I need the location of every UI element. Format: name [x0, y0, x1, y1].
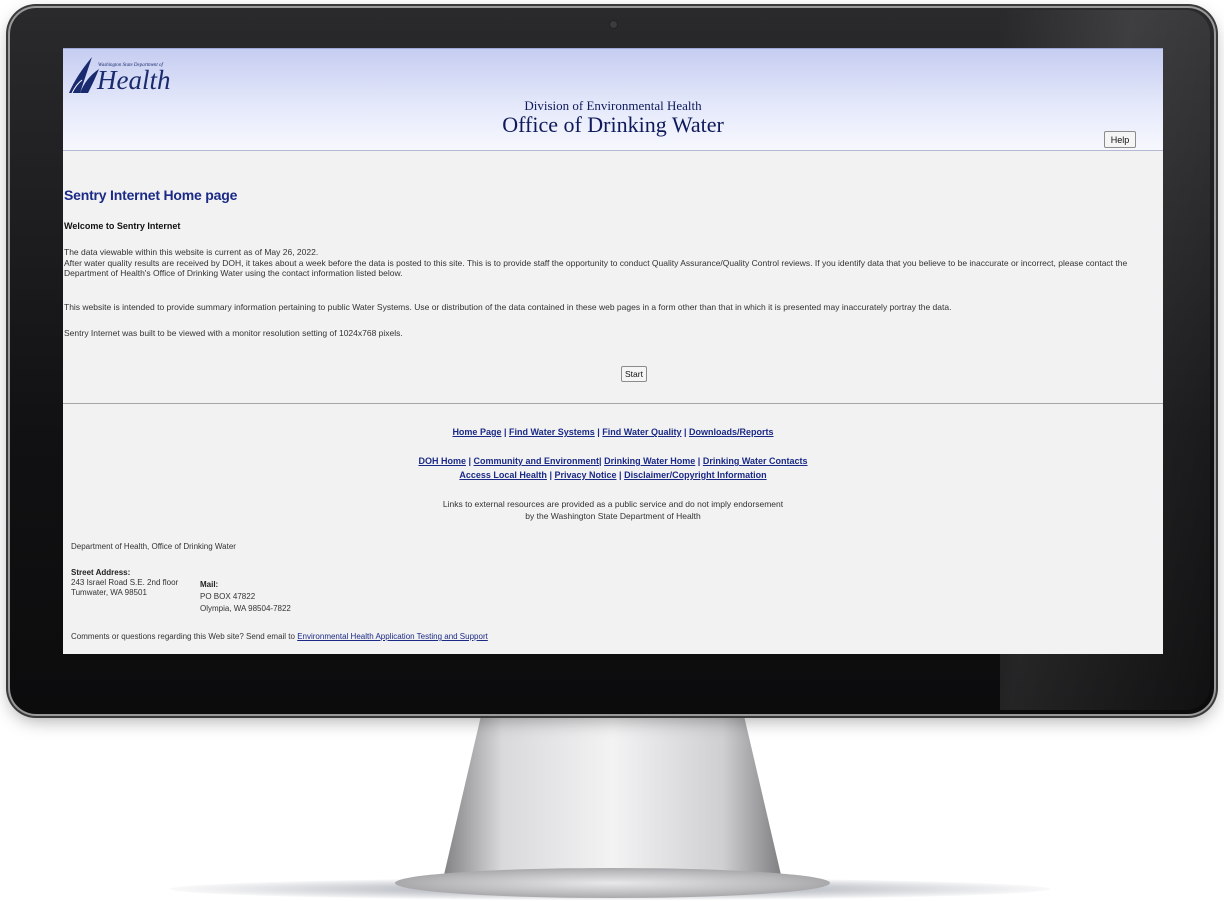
comments-line: Comments or questions regarding this Web… [71, 632, 488, 641]
camera-icon [610, 21, 617, 28]
street-address-line: Tumwater, WA 98501 [71, 588, 147, 597]
mail-address-line: Olympia, WA 98504-7822 [200, 604, 291, 613]
link-separator: | [503, 427, 507, 437]
link-access-local-health[interactable]: Access Local Health [459, 470, 547, 480]
link-separator: | [599, 456, 602, 466]
legal-nav: Access Local Health | Privacy Notice | D… [63, 470, 1163, 480]
link-privacy-notice[interactable]: Privacy Notice [554, 470, 616, 480]
nav-downloads-reports[interactable]: Downloads/Reports [689, 427, 774, 437]
help-button[interactable]: Help [1104, 131, 1136, 148]
browser-screen: Washington State Department of Health Di… [63, 48, 1163, 654]
qa-review-text: After water quality results are received… [64, 257, 1128, 279]
office-title: Office of Drinking Water [502, 112, 724, 137]
external-note-line: by the Washington State Department of He… [525, 511, 701, 521]
link-drinking-water-contacts[interactable]: Drinking Water Contacts [703, 456, 808, 466]
link-separator: | [468, 456, 472, 466]
link-drinking-water-home[interactable]: Drinking Water Home [604, 456, 695, 466]
link-disclaimer[interactable]: Disclaimer/Copyright Information [624, 470, 767, 480]
page-title: Sentry Internet Home page [64, 187, 238, 203]
logo-wordmark: Health [97, 65, 171, 95]
data-currency-line: The data viewable within this website is… [64, 247, 319, 257]
start-button[interactable]: Start [621, 366, 647, 382]
main-content: Sentry Internet Home page Welcome to Sen… [63, 150, 1163, 402]
page-footer: Home Page | Find Water Systems | Find Wa… [63, 404, 1163, 654]
mail-address-line: PO BOX 47822 [200, 592, 256, 601]
mail-address-label: Mail: [200, 580, 219, 589]
department-name: Department of Health, Office of Drinking… [71, 542, 236, 551]
purpose-paragraph: This website is intended to provide summ… [64, 302, 952, 312]
monitor-stand [440, 714, 785, 892]
link-separator: | [619, 470, 622, 480]
link-separator: | [683, 427, 687, 437]
nav-find-water-quality[interactable]: Find Water Quality [602, 427, 681, 437]
nav-find-water-systems[interactable]: Find Water Systems [509, 427, 595, 437]
link-separator: | [549, 470, 552, 480]
data-currency-paragraph: The data viewable within this website is… [64, 247, 1160, 279]
nav-home-page[interactable]: Home Page [452, 427, 501, 437]
link-separator: | [697, 456, 701, 466]
doh-logo[interactable]: Washington State Department of Health [66, 53, 181, 98]
welcome-heading: Welcome to Sentry Internet [64, 221, 181, 231]
link-community-environment[interactable]: Community and Environment [474, 456, 600, 466]
site-nav: Home Page | Find Water Systems | Find Wa… [63, 427, 1163, 437]
external-note-line: Links to external resources are provided… [442, 499, 784, 509]
external-links-note: Links to external resources are provided… [63, 498, 1163, 522]
street-address-label: Street Address: [71, 568, 131, 577]
resolution-paragraph: Sentry Internet was built to be viewed w… [64, 328, 403, 338]
doh-nav: DOH Home | Community and Environment| Dr… [63, 456, 1163, 466]
monitor-stand-base [395, 868, 830, 898]
street-address-line: 243 Israel Road S.E. 2nd floor [71, 578, 179, 587]
comments-text: Comments or questions regarding this Web… [71, 632, 298, 641]
link-doh-home[interactable]: DOH Home [418, 456, 466, 466]
link-separator: | [597, 427, 600, 437]
page-header: Washington State Department of Health Di… [63, 48, 1163, 151]
support-email-link[interactable]: Environmental Health Application Testing… [297, 632, 488, 641]
